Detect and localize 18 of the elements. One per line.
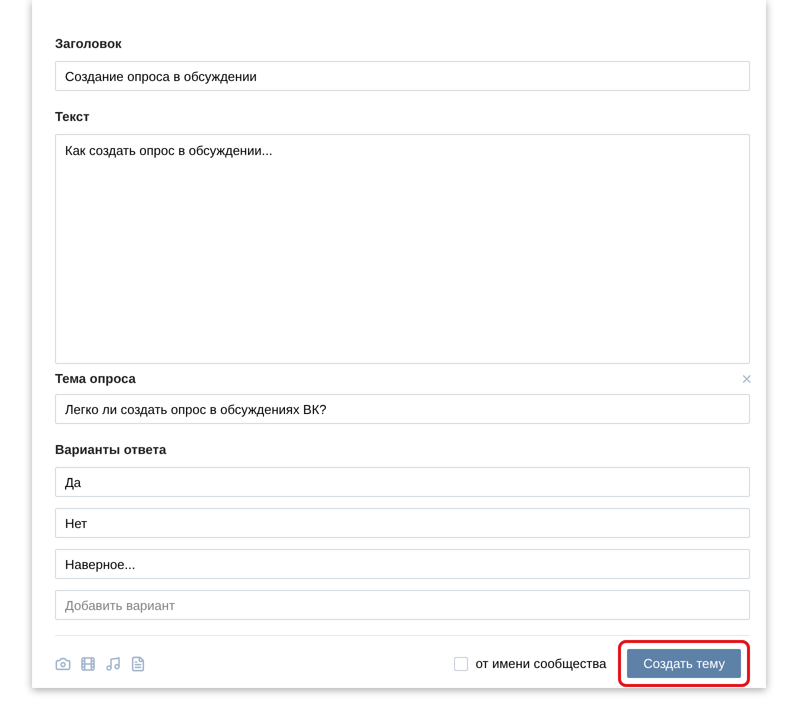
camera-icon[interactable] xyxy=(55,656,71,672)
answer-option-field[interactable]: Добавить вариант xyxy=(55,590,750,620)
film-icon[interactable] xyxy=(80,656,96,672)
field-label: Тема опроса xyxy=(55,371,136,386)
field-label: Текст xyxy=(55,109,90,124)
answer-option-field[interactable]: Наверное... xyxy=(55,549,750,579)
title-field[interactable]: Создание опроса в обсуждении xyxy=(55,61,750,91)
checkbox-label: от имени сообщества xyxy=(476,656,606,671)
answer-option-field[interactable]: Нет xyxy=(55,508,750,538)
poll-question-field[interactable]: Легко ли создать опрос в обсуждениях ВК? xyxy=(55,394,750,424)
field-label: Варианты ответа xyxy=(55,442,168,457)
answer-option-field[interactable]: Да xyxy=(55,467,750,497)
document-icon[interactable] xyxy=(130,656,146,672)
checkbox[interactable] xyxy=(454,656,468,670)
music-icon[interactable] xyxy=(105,656,121,672)
text-area[interactable]: Как создать опрос в обсуждении... xyxy=(55,134,750,364)
create-topic-button[interactable]: Создать тему xyxy=(627,649,741,678)
field-label: Заголовок xyxy=(55,36,123,51)
